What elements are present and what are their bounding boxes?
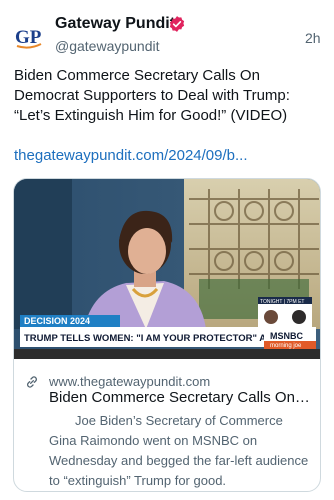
verified-badge-icon [169, 16, 185, 32]
video-still-image: TONIGHT | 7PM ET DECISION 2024 TRUMP TEL… [14, 179, 320, 359]
banner-left: DECISION 2024 [24, 316, 90, 326]
network-logo: MSNBC [270, 331, 303, 341]
card-description: Joe Biden’s Secretary of Commerce Gina R… [49, 413, 309, 488]
post-timestamp[interactable]: 2h [305, 30, 321, 46]
card-title[interactable]: Biden Commerce Secretary Calls On ... [49, 389, 311, 406]
inset-text: TONIGHT | 7PM ET [260, 299, 304, 305]
author-handle[interactable]: @gatewaypundit [55, 38, 160, 54]
card-domain: www.thegatewaypundit.com [49, 374, 211, 389]
gateway-pundit-logo: GP [15, 27, 42, 49]
author-display-name[interactable]: Gateway Pundit [55, 15, 175, 33]
card-image[interactable]: TONIGHT | 7PM ET DECISION 2024 TRUMP TEL… [14, 179, 320, 359]
link-preview-card[interactable]: TONIGHT | 7PM ET DECISION 2024 TRUMP TEL… [13, 178, 321, 492]
tweet[interactable]: GP Gateway Pundit @gatewaypundit 2h Bide… [0, 0, 334, 500]
post-link[interactable]: thegatewaypundit.com/2024/09/b... [14, 146, 248, 166]
author-avatar[interactable]: GP [12, 20, 46, 54]
post-text: Biden Commerce Secretary Calls On Democr… [14, 67, 290, 124]
link-icon [27, 376, 37, 388]
banner-headline: TRUMP TELLS WOMEN: "I AM YOUR PROTECTOR"… [24, 333, 305, 344]
network-sub: morning joe [270, 343, 302, 349]
